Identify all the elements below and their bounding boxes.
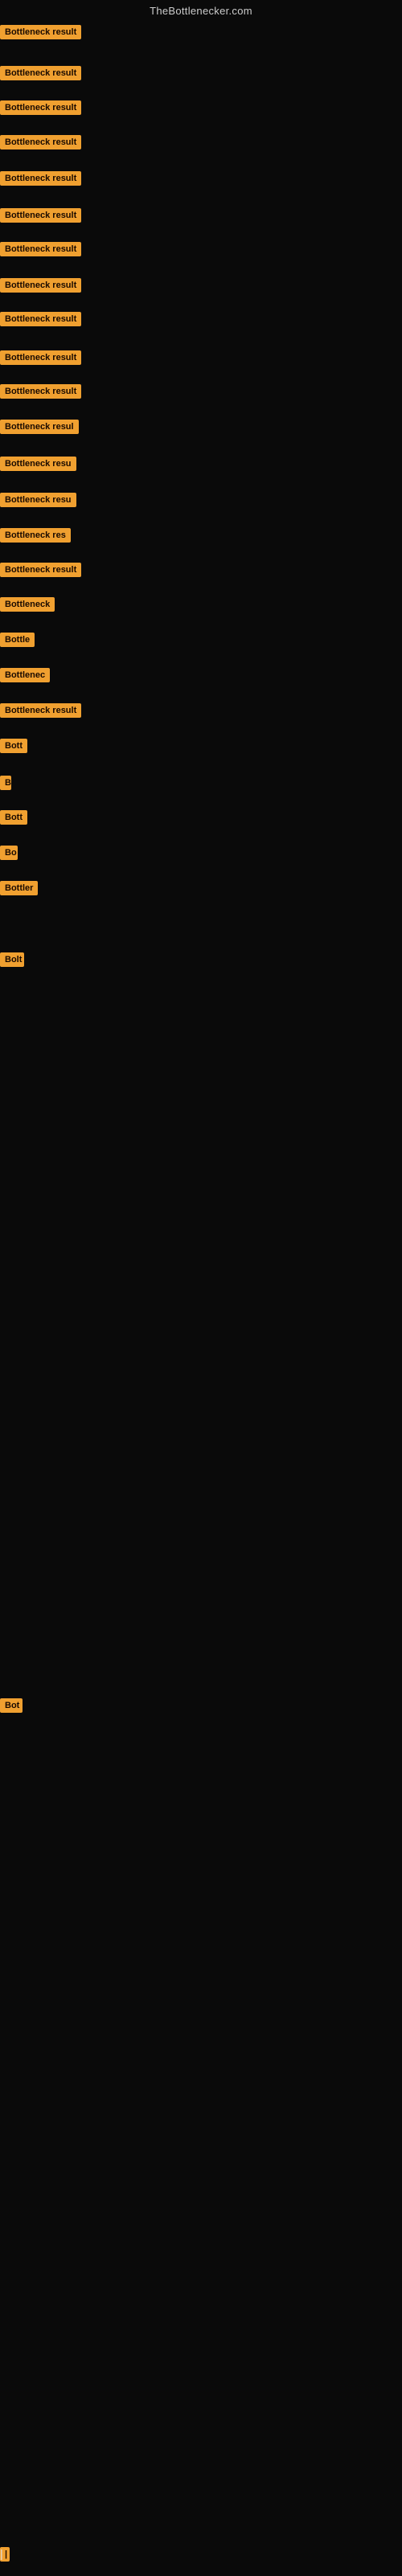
bottleneck-entry: Bottleneck result — [0, 100, 81, 119]
bottleneck-label: Bottler — [0, 881, 38, 895]
bottleneck-entry: Bottleneck result — [0, 384, 81, 403]
bottleneck-label: Bolt — [0, 952, 24, 967]
bottleneck-label: Bottleneck result — [0, 703, 81, 718]
bottleneck-label: Bottleneck result — [0, 278, 81, 293]
bottleneck-entry: Bottleneck result — [0, 25, 81, 43]
bottleneck-entry: Bottleneck result — [0, 66, 81, 84]
bottleneck-label: Bottleneck resu — [0, 457, 76, 471]
bottleneck-label: Bottle — [0, 633, 35, 647]
bottleneck-entry: Bottleneck result — [0, 563, 81, 581]
bottleneck-entry: Bottlenec — [0, 668, 50, 686]
bottleneck-label: Bottleneck — [0, 597, 55, 612]
bottleneck-label: Bottleneck res — [0, 528, 71, 543]
bottleneck-label: Bottleneck result — [0, 242, 81, 256]
bottleneck-label: Bott — [0, 739, 27, 753]
site-title: TheBottlenecker.com — [0, 0, 402, 20]
bottleneck-entry: Bottler — [0, 881, 38, 899]
bottleneck-label: Bottleneck result — [0, 208, 81, 223]
bottleneck-label: Bottleneck result — [0, 312, 81, 326]
bottleneck-label: Bottleneck result — [0, 25, 81, 39]
bottleneck-entry: Bottleneck result — [0, 171, 81, 190]
bottleneck-label: Bottleneck result — [0, 350, 81, 365]
bottleneck-label: Bottleneck resu — [0, 493, 76, 507]
bottleneck-entry: Bottleneck res — [0, 528, 71, 547]
bottleneck-label: Bott — [0, 810, 27, 825]
bottleneck-entry: B — [0, 776, 11, 794]
bottleneck-entry: Bottleneck result — [0, 208, 81, 227]
bottleneck-label: Bo — [0, 846, 18, 860]
bottleneck-entry: Bottle — [0, 633, 35, 651]
bottleneck-entry: Bo — [0, 846, 18, 864]
bottleneck-label: Bottlenec — [0, 668, 50, 682]
bottleneck-label: Bot — [0, 1698, 23, 1713]
bottleneck-entry: Bottleneck result — [0, 278, 81, 297]
bottleneck-entry: Bott — [0, 810, 27, 829]
bottleneck-entry: Bott — [0, 739, 27, 757]
bottleneck-entry: Bottleneck result — [0, 703, 81, 722]
bottleneck-label: Bottleneck result — [0, 100, 81, 115]
bottleneck-entry: Bot — [0, 1698, 23, 1717]
bottleneck-label: B — [0, 776, 11, 790]
bottleneck-entry: Bottleneck result — [0, 312, 81, 330]
bottleneck-entry: Bottleneck result — [0, 135, 81, 154]
bottleneck-entry: Bottleneck resu — [0, 493, 76, 511]
bottleneck-entry: Bottleneck resul — [0, 420, 79, 438]
bottleneck-entry: Bottleneck result — [0, 242, 81, 260]
bottleneck-label: Bottleneck result — [0, 563, 81, 577]
bottleneck-label: Bottleneck result — [0, 66, 81, 80]
bottleneck-entry: Bolt — [0, 952, 24, 971]
bottleneck-entry: Bottleneck — [0, 597, 55, 616]
bottleneck-label: Bottleneck result — [0, 384, 81, 399]
bottleneck-label: Bottleneck resul — [0, 420, 79, 434]
bottleneck-entry: Bottleneck result — [0, 350, 81, 369]
bottleneck-entry: Bottleneck resu — [0, 457, 76, 475]
bottleneck-label: Bottleneck result — [0, 171, 81, 186]
bottleneck-label: Bottleneck result — [0, 135, 81, 149]
